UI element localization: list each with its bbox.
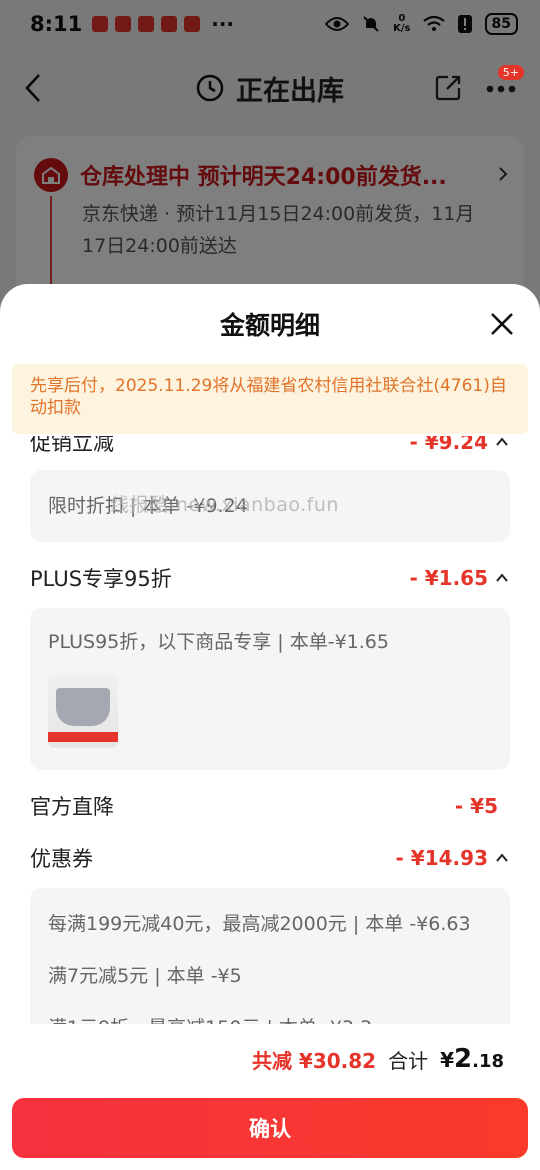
message-badge: 5+	[497, 64, 524, 80]
detail-line: PLUS95折，以下商品专享 | 本单-¥1.65	[48, 631, 389, 653]
product-image	[56, 688, 110, 726]
section-amount: - ¥1.65	[409, 566, 488, 590]
detail-line: 满1元9折，最高减150元 | 本单 -¥3.3	[48, 1002, 492, 1024]
section-header-plus[interactable]: PLUS专享95折 - ¥1.65	[0, 552, 540, 604]
section-label: PLUS专享95折	[30, 567, 172, 591]
section-detail-plus: PLUS95折，以下商品专享 | 本单-¥1.65	[30, 608, 510, 770]
chevron-up-icon	[496, 853, 508, 862]
detail-line: 每满199元减40元，最高减2000元 | 本单 -¥6.63	[48, 913, 471, 935]
section-detail-coupon: 每满199元减40元，最高减2000元 | 本单 -¥6.63 满7元减5元 |…	[30, 888, 510, 1024]
close-icon[interactable]	[486, 308, 518, 340]
section-header-direct: 官方直降 - ¥5	[0, 780, 540, 832]
amount-decimal: .18	[472, 1051, 504, 1072]
sheet-header: 金额明细	[0, 284, 540, 364]
total-label: 合计	[388, 1048, 429, 1073]
chevron-up-icon	[496, 437, 508, 446]
section-header-promo[interactable]: 促销立减 - ¥9.24	[0, 436, 540, 464]
nav-actions: 5+	[434, 64, 524, 102]
sheet-title: 金额明细	[219, 311, 320, 340]
watermark: 线报酷-new.xianbao.fun	[110, 494, 339, 516]
share-icon[interactable]	[434, 74, 462, 102]
amount-integer: 2	[454, 1044, 473, 1074]
total-bar: 共减 ¥30.82 合计 ¥2.18	[0, 1024, 540, 1094]
product-thumbnail[interactable]	[48, 674, 118, 748]
section-label: 优惠券	[30, 847, 93, 871]
total-amount: ¥2.18	[440, 1044, 504, 1074]
currency-symbol: ¥	[440, 1048, 455, 1072]
more-icon[interactable]	[486, 84, 516, 94]
detail-line: 满7元减5元 | 本单 -¥5	[48, 965, 242, 987]
price-tag	[48, 732, 118, 742]
discount-list[interactable]: 促销立减 - ¥9.24 限时折扣 | 本单 -¥9.24 PLUS专享95折 …	[0, 436, 540, 1024]
confirm-button[interactable]: 确认	[12, 1098, 528, 1158]
more-menu[interactable]: 5+	[486, 64, 524, 98]
section-amount: - ¥9.24	[409, 436, 488, 454]
section-header-coupon[interactable]: 优惠券 - ¥14.93	[0, 832, 540, 884]
payment-notice: 先享后付，2025.11.29将从福建省农村信用社联合社(4761)自动扣款	[12, 364, 528, 434]
section-amount: - ¥14.93	[395, 846, 488, 870]
chevron-up-icon	[496, 573, 508, 582]
section-label: 官方直降	[30, 795, 114, 819]
amount-detail-sheet: 金额明细 先享后付，2025.11.29将从福建省农村信用社联合社(4761)自…	[0, 284, 540, 1170]
section-label: 促销立减	[30, 436, 114, 455]
section-amount: - ¥5	[454, 794, 498, 818]
total-saved: 共减 ¥30.82	[251, 1048, 377, 1073]
